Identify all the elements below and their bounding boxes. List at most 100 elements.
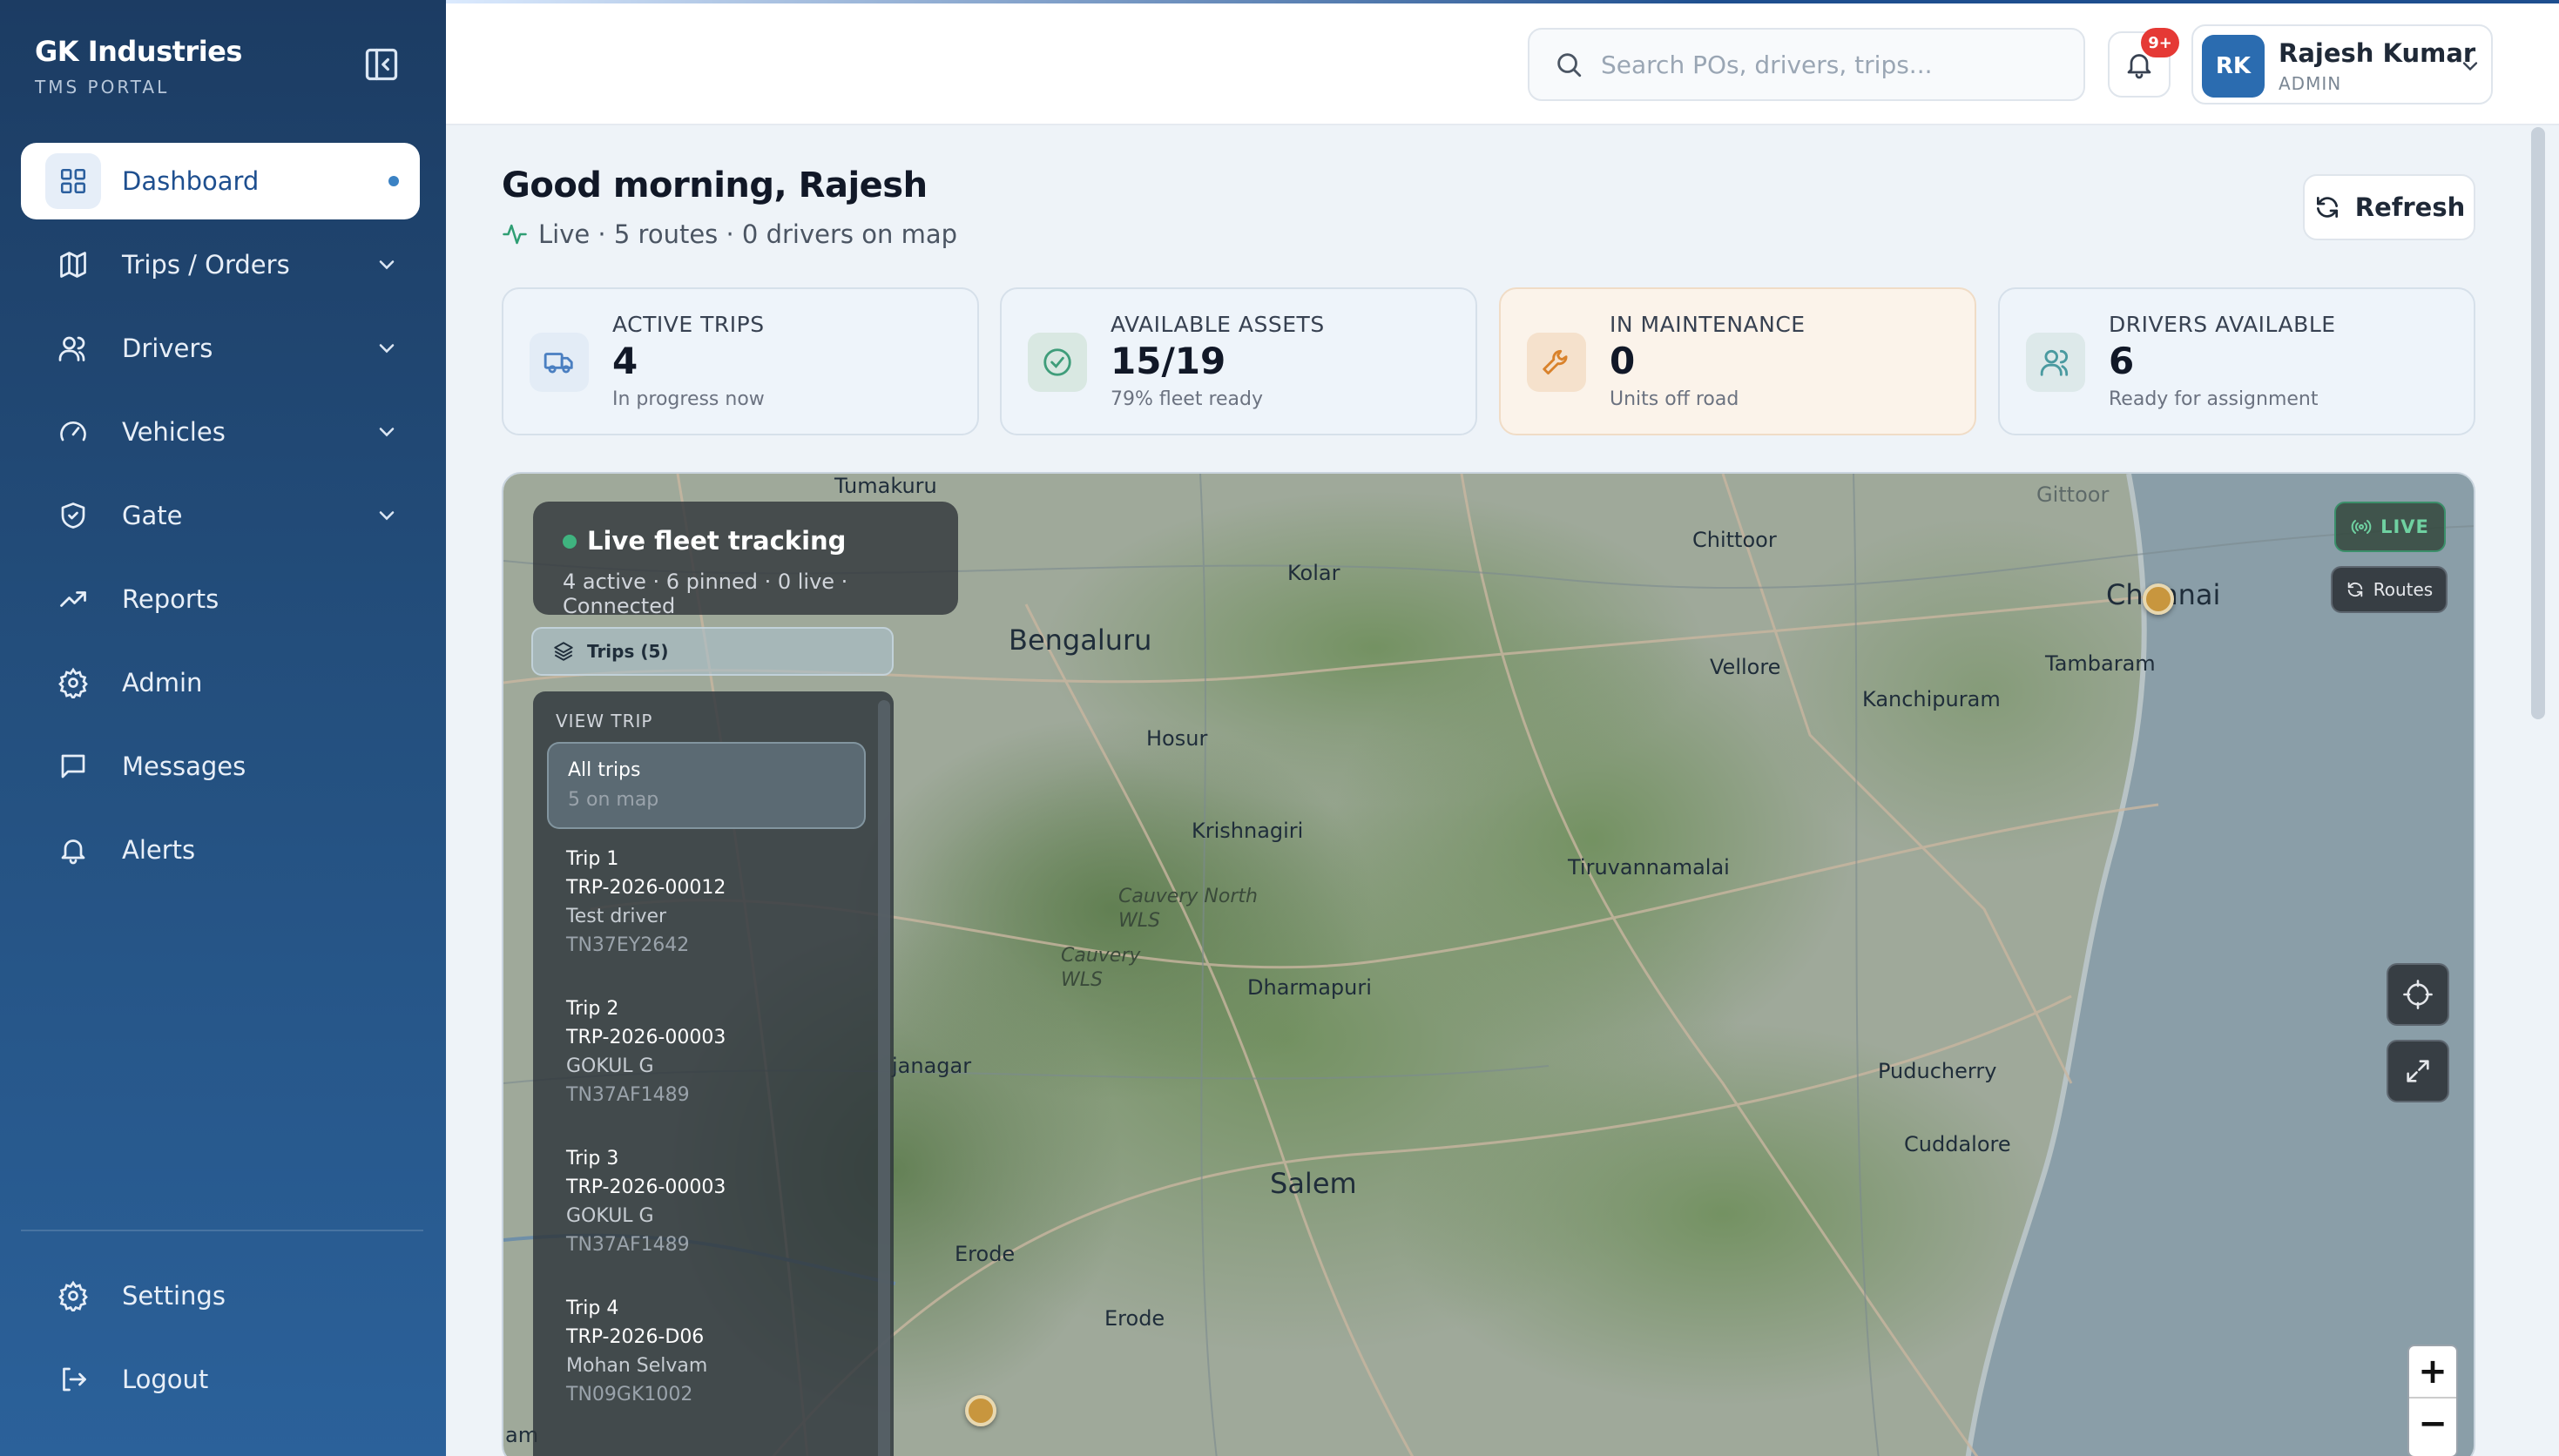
page-title: Good morning, Rajesh <box>502 165 928 206</box>
chevron-down-icon <box>379 511 395 521</box>
brand-name: GK Industries <box>35 35 242 68</box>
sidebar-item-label: Gate <box>122 501 183 530</box>
gear-icon <box>56 1278 91 1313</box>
chevron-down-icon <box>379 344 395 354</box>
trip-option[interactable]: Trip 2 TRP-2026-00003 GOKUL G TN37AF1489 <box>547 998 866 1129</box>
map-label-city: Tumakuru <box>834 474 937 498</box>
trip-title: Trip 3 <box>566 1148 619 1170</box>
trip-list-scrollbar[interactable] <box>878 700 890 1456</box>
sidebar-item-dashboard[interactable]: Dashboard <box>21 143 420 219</box>
message-icon <box>56 749 91 784</box>
trip-vehicle: TN37EY2642 <box>566 934 690 956</box>
sidebar-bottom-nav: Settings Logout <box>21 1257 420 1425</box>
trip-option[interactable]: Trip 3 TRP-2026-00003 GOKUL G TN37AF1489 <box>547 1148 866 1278</box>
sidebar-item-vehicles[interactable]: Vehicles <box>21 394 420 470</box>
trip-option[interactable]: Trip 1 TRP-2026-00012 Test driver TN37EY… <box>547 848 866 979</box>
live-tracking-panel: Live fleet tracking 4 active · 6 pinned … <box>533 502 958 618</box>
stat-card-active-trips[interactable]: ACTIVE TRIPS 4 In progress now <box>502 287 979 435</box>
trip-option-all[interactable]: All trips 5 on map <box>547 742 866 829</box>
sidebar-item-label: Settings <box>122 1281 226 1311</box>
map-icon <box>56 247 91 282</box>
routes-refresh-button[interactable]: Routes <box>2331 566 2448 613</box>
sidebar-item-drivers[interactable]: Drivers <box>21 310 420 387</box>
sidebar-item-alerts[interactable]: Alerts <box>21 812 420 888</box>
stat-subtext: Units off road <box>1610 388 1739 410</box>
top-accent-line <box>446 0 2559 3</box>
trip-option[interactable]: Trip 4 TRP-2026-D06 Mohan Selvam TN09GK1… <box>547 1298 866 1428</box>
users-icon <box>56 331 91 366</box>
expand-icon <box>2407 1060 2429 1082</box>
map-label-city: Tambaram <box>2045 651 2156 676</box>
trips-toggle-label: Trips (5) <box>587 641 669 662</box>
sidebar-item-label: Reports <box>122 584 219 614</box>
sidebar-item-reports[interactable]: Reports <box>21 561 420 637</box>
trip-title: Trip 2 <box>566 998 619 1020</box>
chevron-down-icon <box>2462 62 2478 71</box>
trip-driver: GOKUL G <box>566 1205 654 1227</box>
collapse-sidebar-button[interactable] <box>362 45 401 84</box>
map-label-city: Kolar <box>1287 561 1340 585</box>
gauge-icon <box>56 415 91 449</box>
stat-card-in-maintenance[interactable]: IN MAINTENANCE 0 Units off road <box>1499 287 1976 435</box>
connection-status-dot <box>563 535 577 549</box>
layers-icon <box>554 642 573 661</box>
users-icon <box>2026 333 2085 392</box>
trip-vehicle: TN37AF1489 <box>566 1234 690 1256</box>
zoom-out-button[interactable]: − <box>2409 1399 2456 1449</box>
stats-row: ACTIVE TRIPS 4 In progress now AVAILABLE… <box>502 287 2475 435</box>
page-scrollbar[interactable] <box>2531 127 2545 719</box>
sidebar-item-settings[interactable]: Settings <box>21 1257 420 1334</box>
stat-card-drivers-available[interactable]: DRIVERS AVAILABLE 6 Ready for assignment <box>1998 287 2475 435</box>
sidebar-item-label: Vehicles <box>122 417 226 447</box>
vehicle-marker[interactable] <box>2143 583 2174 615</box>
trips-toggle-button[interactable]: Trips (5) <box>531 627 894 676</box>
map-label-city: Vellore <box>1710 655 1781 679</box>
locate-button[interactable] <box>2387 963 2449 1026</box>
zoom-in-button[interactable]: + <box>2409 1346 2456 1397</box>
refresh-icon <box>2347 582 2362 597</box>
sidebar-nav: Dashboard Trips / Orders Drivers Vehicle… <box>21 143 420 895</box>
tracking-summary: 4 active · 6 pinned · 0 live · Connected <box>563 570 848 618</box>
search-box[interactable] <box>1528 28 2085 101</box>
truck-icon <box>530 333 589 392</box>
sidebar-item-label: Admin <box>122 668 203 698</box>
sidebar-item-trips-orders[interactable]: Trips / Orders <box>21 226 420 303</box>
check-circle-icon <box>1028 333 1087 392</box>
sidebar-item-messages[interactable]: Messages <box>21 728 420 805</box>
stat-value: 0 <box>1610 340 1636 382</box>
trip-vehicle: TN37AF1489 <box>566 1084 690 1106</box>
fullscreen-button[interactable] <box>2387 1040 2449 1102</box>
shield-icon <box>56 498 91 533</box>
view-trip-heading: VIEW TRIP <box>556 711 653 731</box>
map-label-city: janagar <box>892 1054 972 1078</box>
grid-icon <box>45 153 101 209</box>
trip-driver: Test driver <box>566 906 667 927</box>
active-indicator-dot <box>388 176 399 186</box>
map-label-city: Erode <box>955 1242 1016 1266</box>
sidebar-item-logout[interactable]: Logout <box>21 1341 420 1418</box>
sidebar-item-label: Alerts <box>122 835 196 865</box>
user-name: Rajesh Kumar <box>2279 38 2476 68</box>
zoom-controls: + − <box>2407 1345 2458 1456</box>
broadcast-icon <box>2351 520 2372 534</box>
avatar: RK <box>2202 35 2265 98</box>
brand: GK Industries TMS PORTAL <box>35 35 242 98</box>
refresh-label: Refresh <box>2354 192 2466 222</box>
refresh-button[interactable]: Refresh <box>2303 174 2475 240</box>
vehicle-marker[interactable] <box>965 1395 996 1426</box>
sidebar-divider <box>21 1230 423 1231</box>
fleet-map[interactable]: Tumakuru Kolar Chittoor Bengaluru Vellor… <box>502 472 2475 1456</box>
stat-card-available-assets[interactable]: AVAILABLE ASSETS 15/19 79% fleet ready <box>1000 287 1477 435</box>
trending-up-icon <box>56 582 91 617</box>
stat-subtext: Ready for assignment <box>2109 388 2319 410</box>
chevron-down-icon <box>379 428 395 437</box>
search-input[interactable] <box>1601 50 2071 79</box>
sidebar-item-admin[interactable]: Admin <box>21 644 420 721</box>
sidebar-item-gate[interactable]: Gate <box>21 477 420 554</box>
map-label-city: Salem <box>1270 1167 1357 1200</box>
notifications-button[interactable]: 9+ <box>2108 28 2179 98</box>
crosshair-icon <box>2403 980 2433 1009</box>
map-label-city: Chittoor <box>1692 528 1777 552</box>
user-menu-button[interactable]: RK Rajesh Kumar ADMIN <box>2191 24 2493 104</box>
trip-id: TRP-2026-D06 <box>566 1326 705 1348</box>
